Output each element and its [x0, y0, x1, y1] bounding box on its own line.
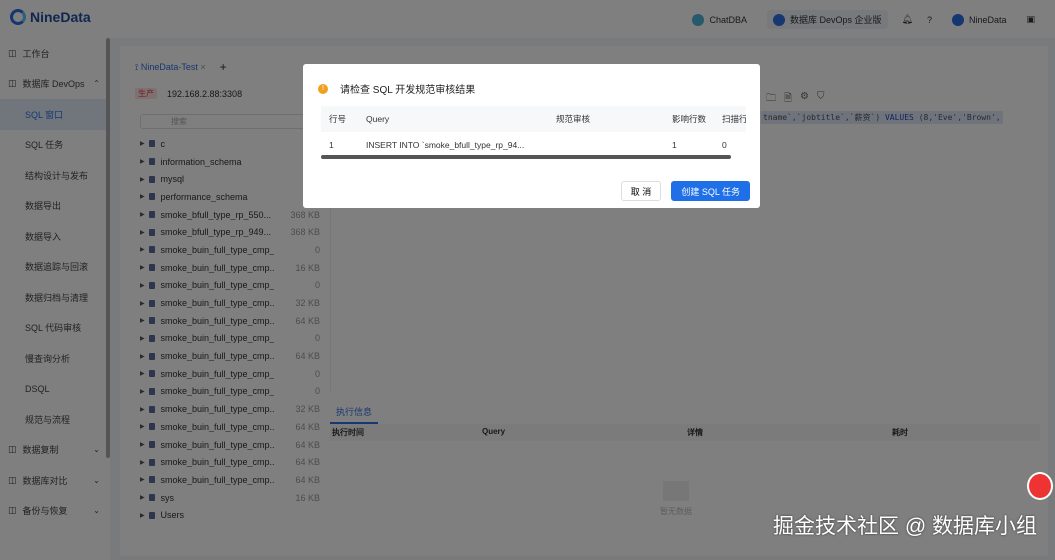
support-avatar[interactable]: [1027, 472, 1053, 500]
review-table: 行号 Query 规范审核 影响行数 扫描行数 1 INSERT INTO `s…: [321, 106, 746, 158]
cell-affected-rows: 1: [672, 140, 677, 150]
create-sql-task-button[interactable]: 创建 SQL 任务: [671, 181, 750, 201]
table-horizontal-scrollbar[interactable]: [321, 155, 731, 159]
column-header: 行号: [329, 114, 347, 124]
column-header: 扫描行数: [722, 114, 746, 124]
watermark: 掘金技术社区 @ 数据库小组: [773, 515, 1037, 538]
review-table-header: 行号 Query 规范审核 影响行数 扫描行数: [321, 106, 746, 132]
dialog-title: 请检查 SQL 开发规范审核结果: [340, 85, 476, 96]
warning-icon: !: [318, 83, 328, 94]
column-header: 影响行数: [672, 114, 707, 124]
sql-review-dialog: ! 请检查 SQL 开发规范审核结果 行号 Query 规范审核 影响行数 扫描行…: [303, 64, 760, 208]
cell-query: INSERT INTO `smoke_bfull_type_rp_94...: [366, 140, 525, 150]
cell-row-number: 1: [329, 140, 334, 150]
cancel-button[interactable]: 取 消: [620, 181, 662, 201]
cell-scanned-rows: 0: [722, 140, 727, 150]
column-header: Query: [366, 114, 390, 124]
column-header: 规范审核: [556, 114, 591, 124]
